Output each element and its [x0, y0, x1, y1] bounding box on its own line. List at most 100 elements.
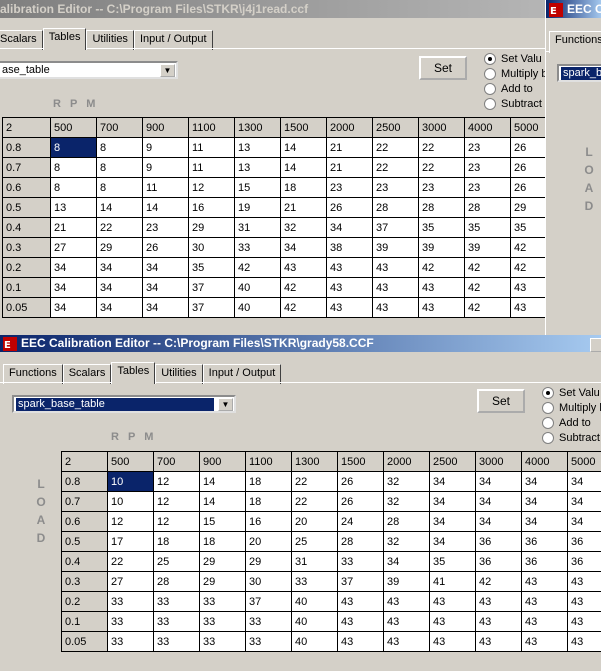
radio-multiply[interactable]: Multiply b: [484, 68, 545, 81]
table-cell[interactable]: 28: [372, 197, 419, 218]
table-cell[interactable]: 43: [372, 277, 419, 298]
table-cell[interactable]: 43: [429, 591, 476, 612]
table-cell[interactable]: 39: [372, 237, 419, 258]
table-cell[interactable]: 42: [234, 257, 281, 278]
table-cell[interactable]: 34: [475, 491, 522, 512]
table-cell[interactable]: 8: [50, 137, 97, 158]
row-header[interactable]: 0.3: [61, 571, 108, 592]
table-cell[interactable]: 25: [291, 531, 338, 552]
table-cell[interactable]: 43: [337, 631, 384, 652]
table-cell[interactable]: 29: [245, 551, 292, 572]
row-header[interactable]: 0.8: [2, 137, 51, 158]
radio-add[interactable]: Add to: [484, 83, 533, 96]
table-cell[interactable]: 9: [142, 157, 189, 178]
table-cell[interactable]: 33: [107, 631, 154, 652]
tab-tables[interactable]: Tables: [42, 28, 87, 50]
table-cell[interactable]: 30: [245, 571, 292, 592]
radio-add[interactable]: Add to: [542, 417, 591, 430]
table-cell[interactable]: 19: [234, 197, 281, 218]
row-header[interactable]: 0.05: [2, 297, 51, 318]
row-header[interactable]: 0.8: [61, 471, 108, 492]
table-cell[interactable]: 26: [510, 177, 545, 198]
table-cell[interactable]: 43: [475, 611, 522, 632]
table-cell[interactable]: 16: [245, 511, 292, 532]
table-cell[interactable]: 23: [418, 177, 465, 198]
table-cell[interactable]: 43: [567, 591, 601, 612]
table-cell[interactable]: 32: [280, 217, 327, 238]
table-cell[interactable]: 13: [50, 197, 97, 218]
table-cell[interactable]: 33: [107, 611, 154, 632]
row-header[interactable]: 0.4: [61, 551, 108, 572]
table-cell[interactable]: 35: [418, 217, 465, 238]
table-cell[interactable]: 26: [337, 491, 384, 512]
table-cell[interactable]: 10: [107, 471, 154, 492]
table-cell[interactable]: 43: [429, 631, 476, 652]
row-header[interactable]: 0.6: [61, 511, 108, 532]
table-cell[interactable]: 33: [107, 591, 154, 612]
tab-utilities[interactable]: Utilities: [86, 30, 134, 50]
table-cell[interactable]: 34: [50, 257, 97, 278]
table-cell[interactable]: 34: [475, 471, 522, 492]
table-cell[interactable]: 28: [337, 531, 384, 552]
table-cell[interactable]: 43: [326, 257, 373, 278]
table-cell[interactable]: 39: [383, 571, 430, 592]
table-cell[interactable]: 24: [337, 511, 384, 532]
table-cell[interactable]: 8: [96, 157, 143, 178]
table-cell[interactable]: 42: [418, 257, 465, 278]
table-cell[interactable]: 42: [464, 257, 511, 278]
table-cell[interactable]: 34: [96, 257, 143, 278]
table-cell[interactable]: 29: [199, 571, 246, 592]
table-cell[interactable]: 43: [326, 277, 373, 298]
table-cell[interactable]: 40: [234, 277, 281, 298]
front-window-titlebar[interactable]: E EEC Calibration Editor -- C:\Program Fi…: [0, 335, 601, 352]
table-cell[interactable]: 34: [521, 511, 568, 532]
table-cell[interactable]: 8: [96, 137, 143, 158]
table-cell[interactable]: 34: [475, 511, 522, 532]
table-cell[interactable]: 12: [153, 511, 200, 532]
table-cell[interactable]: 12: [153, 471, 200, 492]
row-header[interactable]: 0.2: [2, 257, 51, 278]
table-cell[interactable]: 22: [372, 157, 419, 178]
table-cell[interactable]: 8: [50, 157, 97, 178]
table-cell[interactable]: 36: [475, 551, 522, 572]
table-cell[interactable]: 35: [429, 551, 476, 572]
table-cell[interactable]: 15: [234, 177, 281, 198]
table-cell[interactable]: 43: [280, 257, 327, 278]
table-cell[interactable]: 34: [429, 491, 476, 512]
table-cell[interactable]: 34: [142, 277, 189, 298]
row-header[interactable]: 0.6: [2, 177, 51, 198]
table-cell[interactable]: 33: [153, 611, 200, 632]
table-cell[interactable]: 37: [337, 571, 384, 592]
column-header[interactable]: 5000: [510, 117, 545, 138]
table-cell[interactable]: 36: [521, 531, 568, 552]
table-cell[interactable]: 34: [50, 297, 97, 318]
column-header[interactable]: 900: [142, 117, 189, 138]
row-header[interactable]: 0.7: [2, 157, 51, 178]
table-cell[interactable]: 30: [188, 237, 235, 258]
table-cell[interactable]: 35: [464, 217, 511, 238]
table-cell[interactable]: 43: [521, 571, 568, 592]
table-cell[interactable]: 33: [153, 631, 200, 652]
table-cell[interactable]: 43: [337, 611, 384, 632]
row-header[interactable]: 0.05: [61, 631, 108, 652]
table-cell[interactable]: 43: [475, 591, 522, 612]
table-cell[interactable]: 23: [142, 217, 189, 238]
row-header[interactable]: 0.1: [61, 611, 108, 632]
table-cell[interactable]: 18: [153, 531, 200, 552]
row-header[interactable]: 0.5: [2, 197, 51, 218]
set-button[interactable]: Set: [419, 56, 467, 80]
table-cell[interactable]: 42: [510, 257, 545, 278]
table-cell[interactable]: 21: [50, 217, 97, 238]
table-cell[interactable]: 23: [326, 177, 373, 198]
table-cell[interactable]: 34: [326, 217, 373, 238]
row-header[interactable]: 0.2: [61, 591, 108, 612]
table-cell[interactable]: 21: [326, 157, 373, 178]
table-cell[interactable]: 43: [567, 611, 601, 632]
table-cell[interactable]: 9: [142, 137, 189, 158]
table-cell[interactable]: 43: [418, 277, 465, 298]
table-cell[interactable]: 34: [383, 551, 430, 572]
table-cell[interactable]: 15: [199, 511, 246, 532]
table-cell[interactable]: 34: [96, 277, 143, 298]
table-cell[interactable]: 34: [521, 491, 568, 512]
column-header[interactable]: 1500: [280, 117, 327, 138]
